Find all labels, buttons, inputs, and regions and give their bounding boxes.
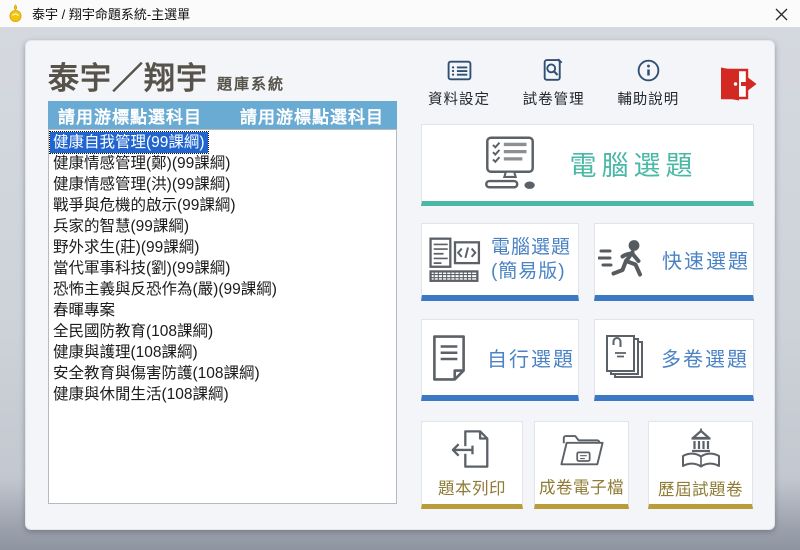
computer-select-button[interactable]: 電腦選題 bbox=[421, 124, 754, 206]
subject-item[interactable]: 野外求生(莊)(99課綱) bbox=[50, 237, 202, 258]
help-label: 輔助說明 bbox=[617, 88, 679, 109]
main-panel: 泰宇／翔宇題庫系統 資料設定 bbox=[25, 40, 775, 530]
past-papers-label: 歷屆試題卷 bbox=[658, 476, 743, 500]
logo-main-text: 泰宇／翔宇 bbox=[48, 61, 208, 96]
runner-icon bbox=[598, 237, 650, 283]
paper-efile-button[interactable]: 成卷電子檔 bbox=[534, 421, 629, 509]
paper-management-button[interactable]: 試卷管理 bbox=[523, 57, 585, 109]
subject-row: 健康情感管理(洪)(99課綱) bbox=[50, 174, 395, 195]
titlebar: 泰宇 / 翔宇命題系統-主選單 bbox=[0, 0, 800, 28]
subject-row: 健康與護理(108課綱) bbox=[50, 342, 395, 363]
subject-item[interactable]: 健康與護理(108課綱) bbox=[50, 342, 201, 363]
subjects-header-text-repeat: 請用游標點選科目 bbox=[240, 103, 384, 128]
subject-item[interactable]: 健康與休閒生活(108課綱) bbox=[50, 384, 232, 405]
data-settings-button[interactable]: 資料設定 bbox=[428, 57, 490, 109]
subjects-header-text: 請用游標點選科目 bbox=[58, 103, 202, 128]
subject-row: 兵家的智慧(99課綱) bbox=[50, 216, 395, 237]
info-circle-icon bbox=[635, 57, 662, 84]
export-document-icon bbox=[450, 428, 494, 470]
computer-select-label: 電腦選題 bbox=[570, 144, 698, 183]
subject-item[interactable]: 全民國防教育(108課綱) bbox=[50, 321, 216, 342]
help-button[interactable]: 輔助說明 bbox=[617, 57, 679, 109]
close-icon bbox=[775, 8, 788, 21]
simple-label-line2: (簡易版) bbox=[491, 260, 566, 284]
document-lines-icon bbox=[425, 334, 473, 382]
subjects-header: 請用游標點選科目 請用游標點選科目 bbox=[48, 101, 397, 129]
subject-row: 戰爭與危機的啟示(99課綱) bbox=[50, 195, 395, 216]
exit-button[interactable] bbox=[712, 60, 758, 109]
stacked-papers-icon bbox=[599, 333, 649, 383]
past-papers-button[interactable]: 歷屆試題卷 bbox=[648, 421, 753, 509]
subject-item[interactable]: 當代軍事科技(劉)(99課綱) bbox=[50, 258, 233, 279]
app-icon bbox=[7, 4, 25, 24]
table-list-icon bbox=[446, 57, 473, 84]
subject-item[interactable]: 恐怖主義與反恐作為(嚴)(99課綱) bbox=[50, 279, 280, 300]
window-body: 泰宇／翔宇題庫系統 資料設定 bbox=[0, 28, 800, 550]
simple-label-line1: 電腦選題 bbox=[491, 236, 571, 260]
paper-management-label: 試卷管理 bbox=[523, 88, 585, 109]
subject-item-selected[interactable]: 健康自我管理(99課綱) bbox=[50, 132, 208, 153]
subject-row: 健康與休閒生活(108課綱) bbox=[50, 384, 395, 405]
subject-row: 健康自我管理(99課綱) bbox=[50, 132, 395, 153]
subject-row: 春暉專案 bbox=[50, 300, 395, 321]
subject-row: 當代軍事科技(劉)(99課綱) bbox=[50, 258, 395, 279]
subject-item[interactable]: 戰爭與危機的啟示(99課綱) bbox=[50, 195, 239, 216]
computer-select-simple-button[interactable]: 電腦選題 (簡易版) bbox=[421, 223, 579, 301]
subject-item[interactable]: 健康情感管理(洪)(99課綱) bbox=[50, 174, 233, 195]
subject-row: 野外求生(莊)(99課綱) bbox=[50, 237, 395, 258]
computer-select-simple-label: 電腦選題 (簡易版) bbox=[491, 236, 571, 284]
subject-item[interactable]: 健康情感管理(鄭)(99課綱) bbox=[50, 153, 233, 174]
open-folder-icon bbox=[559, 429, 605, 469]
computer-checklist-icon bbox=[478, 136, 542, 190]
toolbar: 資料設定 試卷管理 bbox=[428, 57, 758, 109]
quick-select-label: 快速選題 bbox=[662, 245, 750, 274]
bank-book-icon bbox=[678, 427, 724, 471]
self-select-label: 自行選題 bbox=[487, 343, 575, 372]
app-window: 泰宇 / 翔宇命題系統-主選單 泰宇／翔宇題庫系統 bbox=[0, 0, 800, 550]
app-logo: 泰宇／翔宇題庫系統 bbox=[48, 53, 285, 98]
subject-item[interactable]: 兵家的智慧(99課綱) bbox=[50, 216, 192, 237]
multi-select-button[interactable]: 多卷選題 bbox=[594, 319, 754, 401]
computer-code-icon bbox=[429, 237, 481, 283]
subject-row: 恐怖主義與反恐作為(嚴)(99課綱) bbox=[50, 279, 395, 300]
subject-row: 安全教育與傷害防護(108課綱) bbox=[50, 363, 395, 384]
subject-item[interactable]: 安全教育與傷害防護(108課綱) bbox=[50, 363, 263, 384]
document-search-icon bbox=[540, 57, 567, 84]
data-settings-label: 資料設定 bbox=[428, 88, 490, 109]
subject-row: 全民國防教育(108課綱) bbox=[50, 321, 395, 342]
exit-door-icon bbox=[712, 60, 758, 108]
logo-sub-text: 題庫系統 bbox=[217, 76, 285, 93]
quick-select-button[interactable]: 快速選題 bbox=[594, 223, 754, 301]
subjects-list[interactable]: 健康自我管理(99課綱) 健康情感管理(鄭)(99課綱) 健康情感管理(洪)(9… bbox=[48, 129, 397, 504]
subject-item[interactable]: 春暉專案 bbox=[50, 300, 118, 321]
window-title: 泰宇 / 翔宇命題系統-主選單 bbox=[32, 4, 190, 23]
print-booklet-label: 題本列印 bbox=[438, 475, 506, 499]
subject-row: 健康情感管理(鄭)(99課綱) bbox=[50, 153, 395, 174]
close-button[interactable] bbox=[768, 2, 794, 26]
print-booklet-button[interactable]: 題本列印 bbox=[421, 421, 523, 509]
self-select-button[interactable]: 自行選題 bbox=[421, 319, 579, 401]
paper-efile-label: 成卷電子檔 bbox=[539, 474, 624, 498]
multi-select-label: 多卷選題 bbox=[661, 343, 749, 372]
